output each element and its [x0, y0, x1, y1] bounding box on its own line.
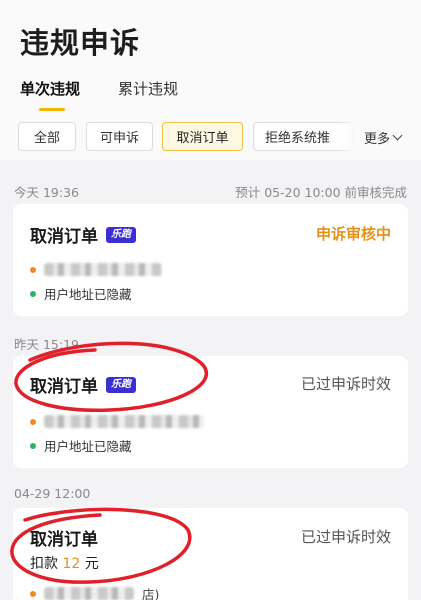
section-date: 昨天 15:19: [14, 337, 79, 352]
deduction-label: 扣款: [30, 556, 58, 572]
card-title: 取消订单: [30, 525, 98, 550]
deduction-row: 扣款 12 元: [30, 553, 99, 573]
section-header: 今天 19:36 预计 05-20 10:00 前审核完成: [14, 182, 407, 201]
store-dot-icon: [30, 590, 36, 597]
deduction-unit: 元: [84, 556, 99, 572]
filter-chip-appealable[interactable]: 可申诉: [86, 122, 153, 151]
more-label: 更多: [364, 132, 391, 147]
store-address-row: [30, 263, 162, 276]
section-date: 04-29 12:00: [14, 486, 91, 501]
redacted-store-address: [44, 415, 204, 428]
tab-bar: 单次违规 累计违规: [20, 78, 178, 111]
user-address-row: 用户地址已隐藏: [30, 436, 132, 455]
card-title: 取消订单 乐跑: [30, 372, 136, 397]
platform-badge: 乐跑: [106, 376, 136, 393]
store-address-row: [30, 415, 204, 428]
violation-card[interactable]: 取消订单 已过申诉时效 扣款 12 元 店): [13, 508, 408, 600]
user-dot-icon: [30, 290, 36, 297]
chevron-down-icon: [392, 130, 403, 141]
store-address-row: 店): [30, 584, 159, 600]
page-title: 违规申诉: [20, 26, 141, 60]
section-header: 04-29 12:00: [14, 486, 407, 501]
section-header: 昨天 15:19: [14, 334, 407, 353]
review-deadline-note: 预计 05-20 10:00 前审核完成: [235, 185, 407, 200]
section-date: 今天 19:36: [14, 185, 79, 200]
store-dot-icon: [30, 266, 36, 273]
platform-badge: 乐跑: [106, 226, 136, 243]
tab-single-violation[interactable]: 单次违规: [20, 78, 80, 111]
violation-card[interactable]: 取消订单 乐跑 申诉审核中 用户地址已隐藏: [13, 204, 408, 316]
more-filters-button[interactable]: 更多: [364, 128, 403, 147]
redacted-store-address: [44, 587, 134, 600]
status-badge: 已过申诉时效: [300, 528, 391, 546]
user-address-hidden: 用户地址已隐藏: [44, 439, 132, 454]
status-badge: 申诉审核中: [315, 225, 391, 243]
tab-cumulative-violation[interactable]: 累计违规: [118, 78, 178, 99]
violation-card[interactable]: 取消订单 乐跑 已过申诉时效 用户地址已隐藏: [13, 356, 408, 468]
card-title: 取消订单 乐跑: [30, 222, 136, 247]
filter-chip-all[interactable]: 全部: [18, 122, 76, 151]
violation-type: 取消订单: [30, 377, 98, 397]
filter-chip-cancel-order[interactable]: 取消订单: [162, 122, 243, 151]
redacted-store-address: [44, 263, 162, 276]
status-badge: 已过申诉时效: [300, 375, 391, 393]
filter-bar: 全部 可申诉 取消订单 拒绝系统推 更多: [0, 118, 421, 156]
user-address-hidden: 用户地址已隐藏: [44, 287, 132, 302]
violation-type: 取消订单: [30, 227, 98, 247]
user-address-row: 用户地址已隐藏: [30, 284, 132, 303]
user-dot-icon: [30, 442, 36, 449]
store-address-suffix: 店): [142, 587, 160, 600]
violation-type: 取消订单: [30, 530, 98, 550]
top-panel: 违规申诉 单次违规 累计违规 全部 可申诉 取消订单 拒绝系统推 更多: [0, 0, 421, 160]
deduction-amount: 12: [62, 556, 81, 572]
store-dot-icon: [30, 418, 36, 425]
